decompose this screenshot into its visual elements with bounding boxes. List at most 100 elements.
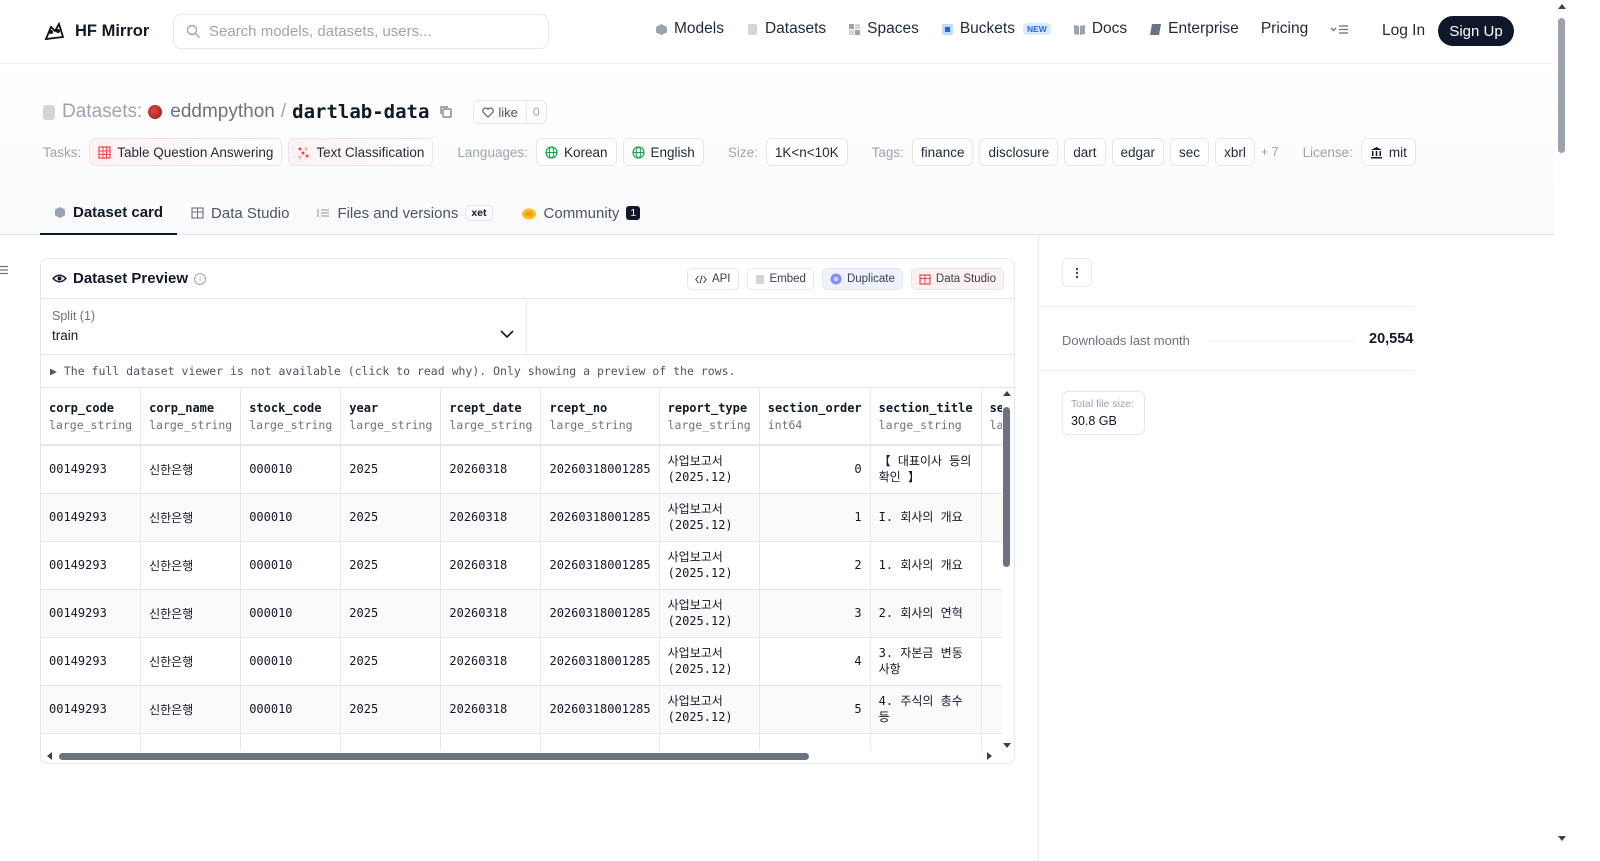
table-cell: 2025 [340,589,442,638]
preview-header: Dataset Preview i API Embed Duplicate Da… [41,259,1014,299]
sidebar-toggle-icon[interactable] [0,265,10,275]
table-horizontal-scrollbar[interactable] [41,749,1002,763]
page-scroll-thumb[interactable] [1558,18,1565,153]
table-row[interactable]: 00149293 신한은행 000010 2025 20260318 2026031800… [41,445,1002,494]
info-icon[interactable]: i [194,272,207,285]
nav-more[interactable] [1330,23,1350,36]
tab-community[interactable]: Community 1 [507,191,655,235]
tab-dataset-card[interactable]: Dataset card [40,191,178,235]
tag-sec[interactable]: sec [1170,138,1210,166]
nav-spaces[interactable]: Spaces [848,20,919,38]
owner-link[interactable]: eddmpython [170,101,275,123]
tag-finance[interactable]: finance [911,138,974,166]
tab-data-studio[interactable]: Data Studio [177,191,303,235]
datasets-crumb[interactable]: Datasets: [62,101,142,123]
dataset-name[interactable]: dartlab-data [292,101,429,123]
table-body: 00149293 신한은행 000010 2025 20260318 2026031800… [41,445,1002,750]
scroll-up-icon[interactable] [1002,389,1012,397]
nav-docs[interactable]: Docs [1073,20,1127,38]
tag-xbrl[interactable]: xbrl [1215,138,1255,166]
table-row[interactable]: 00149293 신한은행 000010 2025 20260318 2026031800… [41,685,1002,734]
task-tag[interactable]: Text Classification [288,138,434,166]
language-tag-label: English [650,144,695,160]
column-header[interactable]: sela [981,389,1002,446]
search-input[interactable] [209,23,529,40]
table-row[interactable]: 00149293 신한은행 000010 2025 20260318 2026031800… [41,637,1002,686]
table-cell: 000010 [240,637,342,686]
nav-docs-label: Docs [1091,20,1128,37]
table-row[interactable]: 사업보고서 5. 정관에 관한 [41,733,1002,750]
vertical-scroll-thumb[interactable] [1003,407,1010,567]
dataset-title: Datasets: eddmpython / dartlab-data like… [42,100,547,124]
split-select[interactable]: Split (1) train [41,299,527,354]
column-header[interactable]: section_title large_string [870,389,982,446]
signup-button[interactable]: Sign Up [1438,16,1514,46]
table-cell: 2 [759,541,871,590]
nav-models[interactable]: Models [655,20,724,38]
column-header[interactable]: rcept_no large_string [540,389,660,446]
preview-table-wrap: corp_code large_string corp_name large_stri… [41,389,1002,750]
viewer-notice[interactable]: ▶ The full dataset viewer is not availab… [41,355,1014,388]
table-cell: 00149293 [41,589,142,638]
code-icon [695,274,707,284]
tag-dart[interactable]: dart [1064,138,1106,166]
size-tag[interactable]: 1K<n<10K [765,138,848,166]
column-type: large_string [667,418,751,432]
like-count[interactable]: 0 [525,101,546,123]
task-tag[interactable]: Table Question Answering [89,138,283,166]
table-row[interactable]: 00149293 신한은행 000010 2025 20260318 2026031800… [41,541,1002,590]
language-tag[interactable]: Korean [535,138,617,166]
embed-button[interactable]: Embed [746,268,814,290]
nav-enterprise[interactable]: Enterprise [1149,20,1239,38]
login-link[interactable]: Log In [1382,22,1425,40]
nav-datasets[interactable]: Datasets [746,20,826,38]
column-header[interactable]: corp_code large_string [41,389,142,446]
scroll-right-icon[interactable] [986,751,994,761]
nav-pricing[interactable]: Pricing [1261,20,1308,38]
scroll-left-icon[interactable] [45,751,53,761]
nav-models-label: Models [674,20,724,37]
tag-disclosure[interactable]: disclosure [979,138,1059,166]
table-icon [919,273,931,285]
tab-files[interactable]: Files and versions xet [303,191,506,235]
brand-link[interactable]: HF Mirror [42,19,149,44]
page-scrollbar[interactable] [1555,0,1569,845]
nav-buckets[interactable]: Buckets NEW [941,20,1051,38]
more-tags-link[interactable]: + 7 [1261,145,1279,159]
column-header[interactable]: stock_code large_string [240,389,342,446]
horizontal-scroll-thumb[interactable] [59,753,809,760]
file-size-value: 30.8 GB [1071,414,1117,428]
table-vertical-scrollbar[interactable] [1001,389,1011,750]
duplicate-button[interactable]: Duplicate [821,268,903,290]
column-header[interactable]: corp_name large_string [140,389,242,446]
copy-icon[interactable] [439,105,453,119]
like-button[interactable]: like 0 [473,100,547,124]
table-row[interactable]: 00149293 신한은행 000010 2025 20260318 2026031800… [41,493,1002,542]
table-cell: 000010 [240,493,342,542]
tag-edgar[interactable]: edgar [1111,138,1165,166]
api-button[interactable]: API [686,268,739,290]
license-tag-label: mit [1388,144,1407,160]
column-header[interactable]: report_type large_string [659,389,760,446]
eye-icon [52,274,67,283]
more-options-button[interactable] [1062,258,1092,287]
data-studio-button[interactable]: Data Studio [910,268,1004,290]
table-cell: 2025 [340,445,442,494]
table-cell: 사업보고서 (2025.12) [659,589,760,638]
column-header[interactable]: section_order int64 [759,389,871,446]
license-label: License: [1302,144,1353,160]
page-scroll-up-icon[interactable] [1557,2,1567,10]
license-tag[interactable]: mit [1360,138,1416,166]
scroll-down-icon[interactable] [1002,742,1012,750]
table-row[interactable]: 00149293 신한은행 000010 2025 20260318 2026031800… [41,589,1002,638]
page-scroll-down-icon[interactable] [1557,835,1567,843]
column-header[interactable]: rcept_date large_string [440,389,542,446]
like-toggle[interactable]: like [474,101,526,123]
language-tag[interactable]: English [622,138,704,166]
downloads-label: Downloads last month [1062,333,1190,348]
community-count: 1 [626,206,641,220]
dataset-preview-panel: Dataset Preview i API Embed Duplicate Da… [40,258,1015,764]
search-box[interactable] [173,14,549,49]
column-header[interactable]: year large_string [340,389,442,446]
table-cell [140,733,242,750]
